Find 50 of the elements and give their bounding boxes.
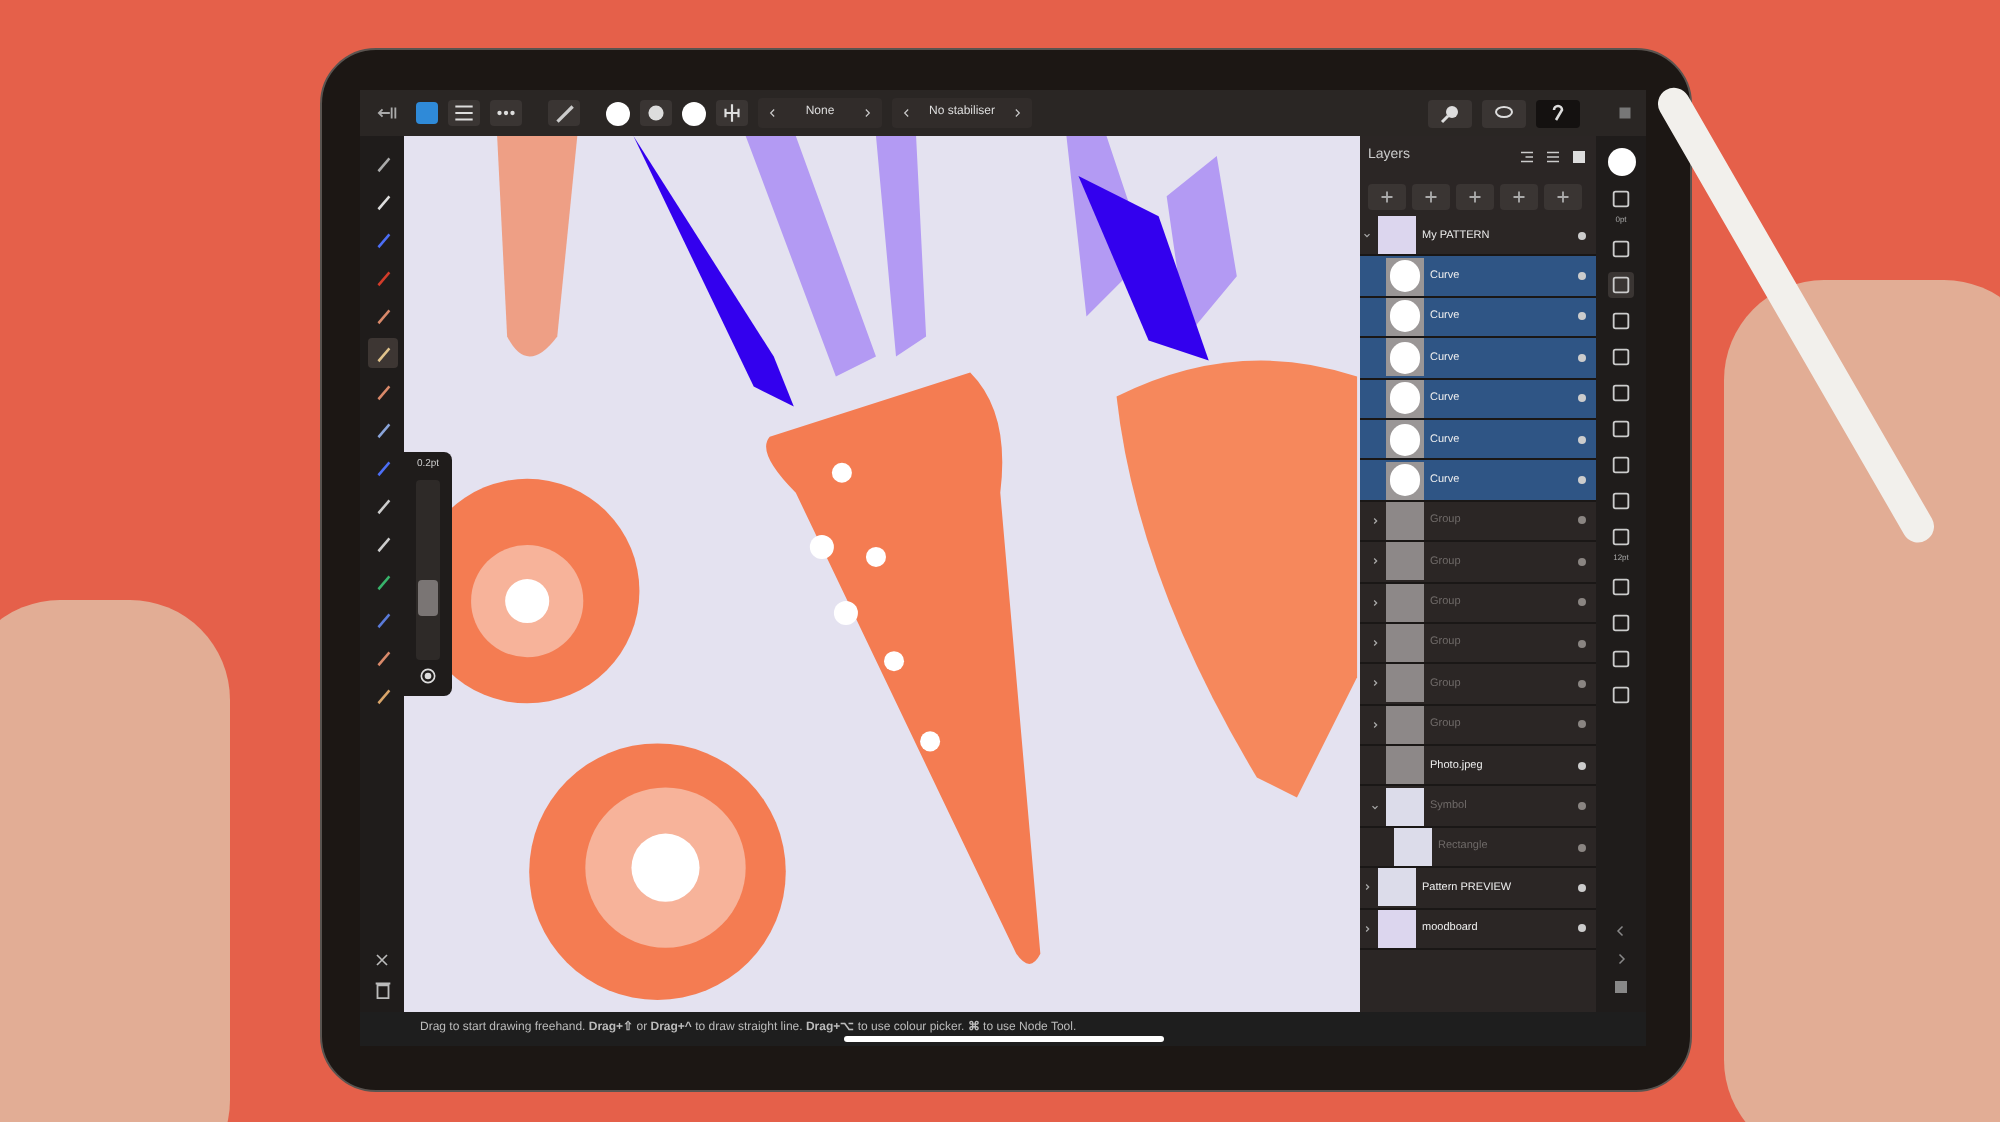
layer-thumbnail	[1386, 461, 1424, 500]
chevron-right-icon[interactable]	[860, 106, 874, 120]
fullscreen-icon[interactable]	[1614, 102, 1636, 124]
lasso-icon[interactable]	[1482, 99, 1526, 127]
layer-thumbnail	[1386, 583, 1424, 622]
expand-chevron-icon[interactable]	[1370, 556, 1380, 567]
layer-thumbnail	[1386, 705, 1424, 744]
layer-thumbnail	[1386, 297, 1424, 336]
expand-chevron-icon[interactable]	[1370, 597, 1380, 608]
layer-thumbnail	[1378, 868, 1416, 907]
expand-chevron-icon[interactable]	[1370, 719, 1380, 730]
layer-thumbnail	[1378, 909, 1416, 948]
fill-color-swatch[interactable]	[682, 101, 706, 125]
app-logo-icon[interactable]	[416, 102, 438, 124]
layer-thumbnail	[1386, 379, 1424, 418]
color-swatch[interactable]	[1607, 148, 1635, 176]
layer-thumbnail	[1386, 664, 1424, 703]
expand-chevron-icon[interactable]	[1370, 801, 1380, 812]
list-icon[interactable]	[1544, 147, 1562, 165]
layer-thumbnail	[1386, 624, 1424, 663]
chevron-left-icon[interactable]	[766, 106, 780, 120]
brush-width-slider[interactable]	[416, 479, 440, 659]
pressure-icon[interactable]	[418, 665, 438, 685]
layer-thumbnail	[1386, 257, 1424, 296]
hand-icon[interactable]	[1536, 99, 1580, 127]
layer-thumbnail	[1386, 338, 1424, 377]
layer-thumbnail	[1386, 420, 1424, 459]
brush-settings-icon[interactable]	[640, 100, 672, 126]
menu-icon[interactable]	[448, 100, 480, 126]
expand-chevron-icon[interactable]	[1370, 638, 1380, 649]
expand-chevron-icon[interactable]	[1362, 923, 1372, 934]
expand-chevron-icon[interactable]	[1362, 882, 1372, 893]
pencil-icon[interactable]	[367, 338, 397, 368]
layer-thumbnail	[1378, 216, 1416, 255]
layer-thumbnail	[1386, 787, 1424, 826]
close-icon[interactable]	[372, 950, 392, 970]
slider-thumb[interactable]	[418, 579, 438, 616]
layer-thumbnail	[1394, 828, 1432, 867]
expand-chevron-icon[interactable]	[1362, 230, 1372, 241]
indent-icon[interactable]	[1518, 147, 1536, 165]
layer-thumbnail	[1386, 501, 1424, 540]
expand-chevron-icon[interactable]	[1370, 515, 1380, 526]
layer-thumbnail	[1386, 542, 1424, 581]
add-icon[interactable]	[1368, 183, 1406, 209]
zoom-icon[interactable]	[1428, 99, 1472, 127]
snapping-icon[interactable]	[716, 100, 748, 126]
expand-chevron-icon[interactable]	[1370, 678, 1380, 689]
layer-thumbnail	[1386, 746, 1424, 785]
chevron-left-icon[interactable]	[900, 106, 914, 120]
stroke-color-swatch[interactable]	[606, 101, 630, 125]
